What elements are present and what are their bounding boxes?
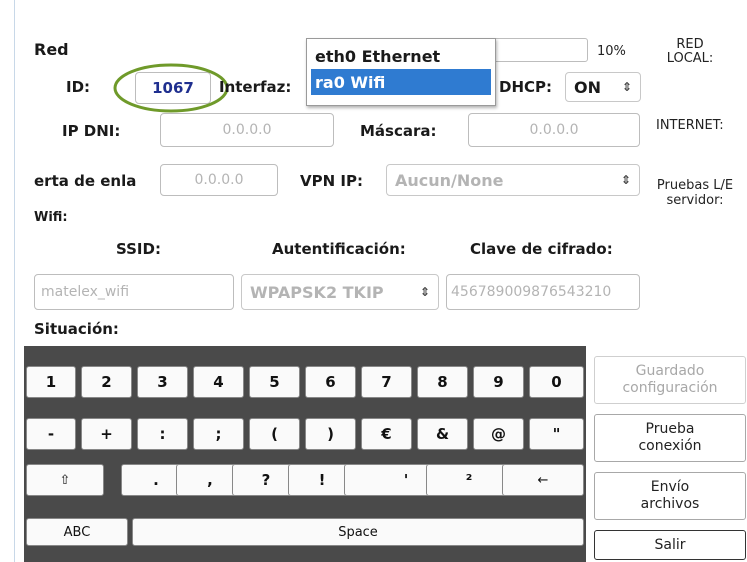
key-0[interactable]: 0 xyxy=(529,366,584,398)
ssid-label: SSID: xyxy=(116,240,161,258)
key-1[interactable]: 1 xyxy=(26,366,76,398)
on-screen-keyboard: 1 2 3 4 5 6 7 8 9 0 - + : ; ( ) € & @ " … xyxy=(24,346,586,562)
situation-label: Situación: xyxy=(34,320,119,338)
dhcp-value: ON xyxy=(574,77,601,97)
key-semicolon[interactable]: ; xyxy=(193,418,244,450)
key-plus[interactable]: + xyxy=(81,418,132,450)
auth-label: Autentificación: xyxy=(272,240,406,258)
vpn-label: VPN IP: xyxy=(300,172,363,190)
dhcp-label: DHCP: xyxy=(499,78,553,96)
key-2[interactable]: 2 xyxy=(81,366,132,398)
ip-label: IP DNI: xyxy=(62,122,121,140)
key-ampersand[interactable]: & xyxy=(417,418,468,450)
key-6[interactable]: 6 xyxy=(305,366,356,398)
wifi-title: Wifi: xyxy=(34,210,68,225)
send-files-button[interactable]: Envío archivos xyxy=(594,472,746,520)
status-red-local: RED LOCAL: xyxy=(666,37,714,66)
key-8[interactable]: 8 xyxy=(417,366,468,398)
ip-field[interactable]: 0.0.0.0 xyxy=(160,113,334,147)
key-open-paren[interactable]: ( xyxy=(249,418,300,450)
backspace-key[interactable]: ← xyxy=(502,464,584,496)
key-4[interactable]: 4 xyxy=(193,366,244,398)
key-7[interactable]: 7 xyxy=(361,366,412,398)
highlight-circle xyxy=(113,63,229,113)
id-label: ID: xyxy=(66,78,91,96)
mask-field[interactable]: 0.0.0.0 xyxy=(468,113,640,147)
space-key[interactable]: Space xyxy=(132,518,584,546)
mask-label: Máscara: xyxy=(360,122,437,140)
key-euro[interactable]: € xyxy=(361,418,412,450)
key-quote[interactable]: " xyxy=(529,418,584,450)
updown-icon: ⇕ xyxy=(621,80,632,94)
interface-dropdown[interactable]: eth0 Ethernet ra0 Wifi xyxy=(306,38,496,106)
window-frame xyxy=(14,0,15,562)
interface-option-ra0[interactable]: ra0 Wifi xyxy=(311,69,491,95)
progress-label: 10% xyxy=(597,44,626,59)
key-close-paren[interactable]: ) xyxy=(305,418,356,450)
key-9[interactable]: 9 xyxy=(473,366,524,398)
abc-key[interactable]: ABC xyxy=(26,518,128,546)
key-label: Clave de cifrado: xyxy=(470,240,613,258)
gateway-label: erta de enla xyxy=(34,172,137,190)
auth-select[interactable]: WPAPSK2 TKIP ⇕ xyxy=(241,274,439,310)
shift-key[interactable]: ⇧ xyxy=(26,464,104,496)
save-config-button[interactable]: Guardado configuración xyxy=(594,356,746,404)
ssid-field[interactable]: matelex_wifi xyxy=(34,274,234,310)
interface-option-eth0[interactable]: eth0 Ethernet xyxy=(307,43,495,69)
key-at[interactable]: @ xyxy=(473,418,524,450)
test-connection-button[interactable]: Prueba conexión xyxy=(594,414,746,462)
vpn-value: Aucun/None xyxy=(395,170,504,190)
key-superscript-two[interactable]: ² xyxy=(426,464,512,496)
status-internet: INTERNET: xyxy=(656,118,724,133)
dhcp-select[interactable]: ON ⇕ xyxy=(565,72,641,102)
vpn-select[interactable]: Aucun/None ⇕ xyxy=(386,164,640,196)
updown-icon: ⇕ xyxy=(620,173,631,187)
section-title-red: Red xyxy=(34,40,69,59)
gateway-field[interactable]: 0.0.0.0 xyxy=(160,164,278,196)
interface-label: Interfaz: xyxy=(219,78,292,96)
key-minus[interactable]: - xyxy=(26,418,76,450)
key-field[interactable]: 456789009876543210 xyxy=(446,274,640,310)
auth-value: WPAPSK2 TKIP xyxy=(250,282,384,302)
key-3[interactable]: 3 xyxy=(137,366,188,398)
exit-button[interactable]: Salir xyxy=(594,530,746,560)
status-test-server: Pruebas L/E servidor: xyxy=(656,178,734,208)
key-colon[interactable]: : xyxy=(137,418,188,450)
key-5[interactable]: 5 xyxy=(249,366,300,398)
updown-icon: ⇕ xyxy=(419,285,430,299)
